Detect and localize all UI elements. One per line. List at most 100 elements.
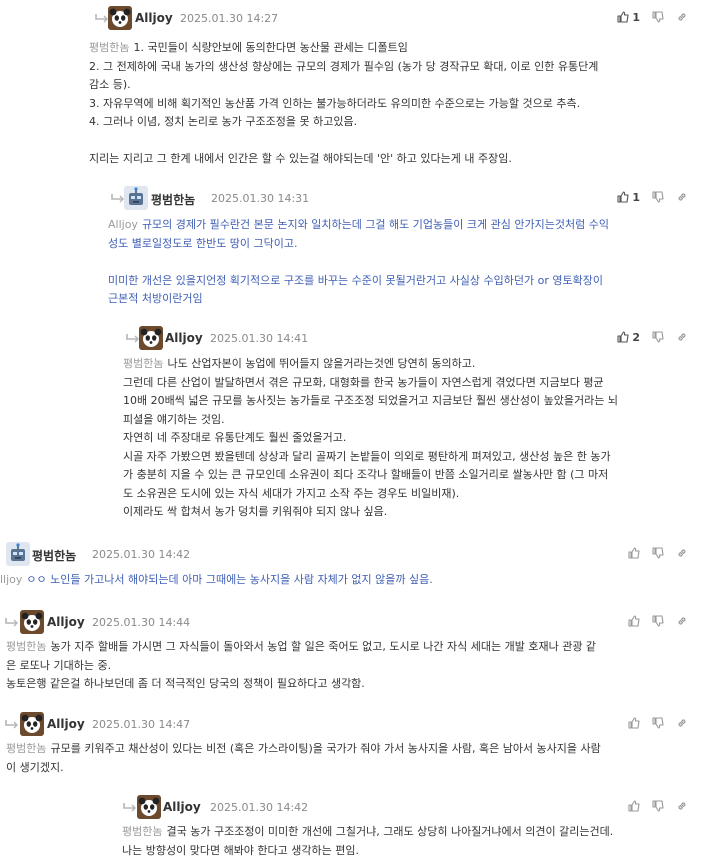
link-icon (678, 617, 686, 625)
mention[interactable]: Alljoy (108, 218, 138, 231)
comment-body: 평범한놈 나도 산업자본이 농업에 뛰어들지 않을거라는것엔 당연히 동의하고. … (123, 355, 698, 522)
thumbs-up-icon (628, 717, 640, 729)
comment-line: 나는 방향성이 맞다면 해봐야 한다고 생각하는 편임. (122, 843, 359, 857)
comment-author[interactable]: Alljoy (47, 615, 85, 629)
comment-author[interactable]: Alljoy (135, 11, 173, 25)
comment-body: 평범한놈 결국 농가 구조조정이 미미한 개선에 그칠거냐, 그래도 상당히 나아… (122, 823, 702, 860)
dislike-button[interactable] (652, 800, 664, 812)
thumbs-up-icon (617, 331, 629, 343)
comment-author[interactable]: Alljoy (165, 331, 203, 345)
comment-date: 2025.01.30 14:47 (92, 718, 191, 731)
link-button[interactable] (676, 547, 688, 559)
thumbs-up-icon (628, 547, 640, 559)
comment: 평범한놈 2025.01.30 14:42 lljoy ㅇㅇ 노인들 가고나서 해… (0, 542, 702, 586)
like-button[interactable] (628, 615, 640, 627)
dislike-button[interactable] (652, 11, 664, 23)
robot-avatar-icon (124, 186, 148, 210)
comment-line: 10배 20배씩 넓은 규모를 농사짓는 농가들로 구조조정 되었을거고 지금보… (123, 394, 618, 407)
like-count: 1 (632, 190, 640, 204)
thumbs-down-icon (652, 331, 664, 343)
thumbs-down-icon (652, 547, 664, 559)
comment-line: 근본적 처방이란거임 (108, 292, 203, 305)
comment: 평범한놈 2025.01.30 14:31 1 Alljoy 규모의 경제가 필수… (94, 186, 702, 305)
panda-avatar-icon (20, 712, 44, 736)
comment: Alljoy 2025.01.30 14:42 평범한놈 결국 농가 구조조정이 … (108, 795, 702, 857)
like-button[interactable]: 2 (617, 331, 640, 344)
comment-author[interactable]: 평범한놈 (32, 547, 76, 564)
link-button[interactable] (676, 331, 688, 343)
mention[interactable]: 평범한놈 (6, 742, 46, 755)
comment: Alljoy 2025.01.30 14:27 1 평범한놈 1. 국민들이 식량… (76, 6, 702, 165)
comment-line: 이 생기겠지. (6, 760, 64, 774)
link-button[interactable] (676, 800, 688, 812)
dislike-button[interactable] (652, 615, 664, 627)
comment-line: 미미한 개선은 있을지언정 획기적으로 구조를 바꾸는 수준이 못될거란거고 사… (108, 273, 603, 287)
mention[interactable]: 평범한놈 (122, 825, 162, 838)
dislike-button[interactable] (652, 717, 664, 729)
comment-line: 감소 등). (89, 78, 131, 91)
thumbs-up-icon (628, 800, 640, 812)
link-icon (678, 13, 686, 21)
link-icon (678, 719, 686, 727)
comment-line: 은 로또나 기대하는 중. (6, 658, 112, 672)
comment-line: 평범한놈 나도 산업자본이 농업에 뛰어들지 않을거라는것엔 당연히 동의하고. (123, 357, 476, 370)
thumbs-up-icon (617, 11, 629, 23)
reply-arrow-icon (123, 803, 136, 812)
mention[interactable]: 평범한놈 (89, 41, 129, 54)
panda-avatar-icon (137, 795, 161, 819)
panda-avatar-icon (108, 6, 132, 30)
comment-line: 평범한놈 규모를 키워주고 채산성이 있다는 비전 (혹은 가스라이팅)을 국가가… (6, 742, 601, 755)
comment-date: 2025.01.30 14:31 (211, 192, 310, 205)
like-button[interactable]: 1 (617, 191, 640, 204)
link-button[interactable] (676, 615, 688, 627)
comment-line: 시골 자주 가봤으면 봤을텐데 상상과 달리 골짜기 논밭들이 의외로 평탄하게… (123, 449, 611, 463)
thumbs-down-icon (652, 800, 664, 812)
comment-body: lljoy ㅇㅇ 노인들 가고나서 해야되는데 아마 그때에는 농사지을 사람 자… (0, 571, 690, 590)
comment-line: 자연히 네 주장대로 유통단계도 훨씬 줄었을거고. (123, 431, 347, 444)
link-icon (678, 193, 686, 201)
comment-line: 성도 별로일정도로 한반도 땅이 그닥이고. (108, 236, 298, 250)
like-button[interactable] (628, 547, 640, 559)
thumbs-up-icon (628, 615, 640, 627)
dislike-button[interactable] (652, 547, 664, 559)
like-button[interactable] (628, 717, 640, 729)
thumbs-down-icon (652, 191, 664, 203)
link-button[interactable] (676, 11, 688, 23)
comment-line: 이제라도 싹 합쳐서 농가 덩치를 키워줘야 되지 않나 싶음. (123, 505, 388, 518)
reply-arrow-icon (5, 720, 18, 729)
thumbs-down-icon (652, 717, 664, 729)
comment-body: 평범한놈 규모를 키워주고 채산성이 있다는 비전 (혹은 가스라이팅)을 국가가… (6, 740, 696, 777)
comment: Alljoy 2025.01.30 14:44 평범한놈 농가 지주 할배들 가시… (0, 610, 702, 690)
link-icon (678, 333, 686, 341)
comment-line: 평범한놈 1. 국민들이 식량안보에 동의한다면 농산물 관세는 디폴트임 (89, 41, 408, 54)
comment-body: 평범한놈 1. 국민들이 식량안보에 동의한다면 농산물 관세는 디폴트임 2. … (89, 39, 689, 169)
comment-line: 지리는 지리고 그 한계 내에서 인간은 할 수 있는걸 해야되는데 '안' 하… (89, 152, 512, 165)
like-count: 2 (632, 330, 640, 344)
dislike-button[interactable] (652, 331, 664, 343)
comment-date: 2025.01.30 14:44 (92, 616, 191, 629)
link-button[interactable] (676, 717, 688, 729)
mention[interactable]: 평범한놈 (6, 640, 46, 653)
like-button[interactable] (628, 800, 640, 812)
panda-avatar-icon (139, 326, 163, 350)
mention[interactable]: 평범한놈 (123, 357, 163, 370)
link-button[interactable] (676, 191, 688, 203)
comment-line: 2. 그 전제하에 국내 농가의 생산성 향상에는 규모의 경제가 필수임 (농… (89, 59, 599, 73)
comment: Alljoy 2025.01.30 14:41 2 평범한놈 나도 산업자본이 농… (108, 326, 702, 518)
dislike-button[interactable] (652, 191, 664, 203)
panda-avatar-icon (20, 610, 44, 634)
comment-date: 2025.01.30 14:41 (210, 332, 309, 345)
like-count: 1 (632, 10, 640, 24)
mention[interactable]: lljoy (0, 573, 22, 586)
comment-line: 도 소유권은 도시에 있는 자식 세대가 가지고 소작 주는 경우도 비일비재)… (123, 486, 460, 500)
comment-line: 농토은행 같은걸 하나보던데 좀 더 적극적인 당국의 정책이 필요하다고 생각… (6, 677, 365, 690)
thumbs-down-icon (652, 11, 664, 23)
comment-line: 평범한놈 결국 농가 구조조정이 미미한 개선에 그칠거냐, 그래도 상당히 나아… (122, 825, 614, 838)
comment-line: 4. 그러나 이념, 정치 논리로 농가 구조조정을 못 하고있음. (89, 115, 358, 128)
comment-author[interactable]: Alljoy (47, 717, 85, 731)
like-button[interactable]: 1 (617, 11, 640, 24)
comment-author[interactable]: Alljoy (163, 800, 201, 814)
comment-author[interactable]: 평범한놈 (151, 191, 195, 208)
